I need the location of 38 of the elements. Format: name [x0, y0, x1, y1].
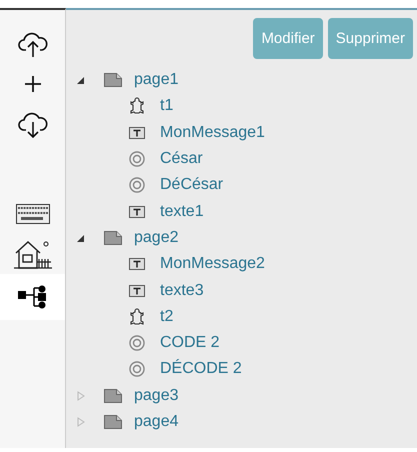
tree-item[interactable]: MonMessage2: [160, 255, 265, 274]
tree-item[interactable]: DéCésar: [160, 176, 224, 194]
tree-item[interactable]: texte3: [160, 282, 204, 300]
keyboard-icon: [16, 204, 50, 224]
tree-item[interactable]: CODE 2: [160, 334, 220, 352]
edit-button[interactable]: Modifier: [253, 18, 323, 59]
text-field-icon: [129, 257, 145, 272]
tree-item[interactable]: t2: [160, 308, 174, 326]
target-icon: [129, 335, 145, 352]
collapse-arrow-icon[interactable]: [77, 75, 85, 86]
target-icon: [129, 151, 145, 168]
tree-view-tool[interactable]: [0, 274, 65, 320]
delete-button[interactable]: Supprimer: [328, 18, 413, 59]
text-field-icon: [129, 126, 145, 140]
page-icon: [104, 230, 122, 245]
cloud-upload-icon: [16, 30, 48, 58]
page-icon: [104, 73, 122, 88]
tree-item[interactable]: page1: [134, 71, 178, 90]
hierarchy-icon: [18, 285, 48, 309]
tree-item[interactable]: texte1: [160, 202, 204, 221]
tree-item[interactable]: MonMessage1: [160, 124, 265, 142]
text-field-icon: [129, 204, 145, 219]
turtle-icon: [129, 308, 145, 326]
collapse-arrow-icon[interactable]: [77, 232, 85, 243]
target-icon: [129, 177, 145, 194]
tree-item[interactable]: César: [160, 150, 203, 168]
target-icon: [129, 361, 145, 378]
cloud-download-icon: [16, 110, 48, 138]
page-icon: [104, 388, 122, 403]
turtle-icon: [129, 97, 145, 116]
tree-item[interactable]: page2: [134, 228, 178, 247]
tree-item[interactable]: page4: [134, 413, 178, 431]
tree-item[interactable]: DÉCODE 2: [160, 360, 242, 378]
page-icon: [104, 415, 122, 429]
plus-icon: [24, 75, 42, 93]
tree-item[interactable]: t1: [160, 97, 174, 116]
tree-item[interactable]: page3: [134, 386, 178, 405]
text-field-icon: [129, 284, 145, 298]
